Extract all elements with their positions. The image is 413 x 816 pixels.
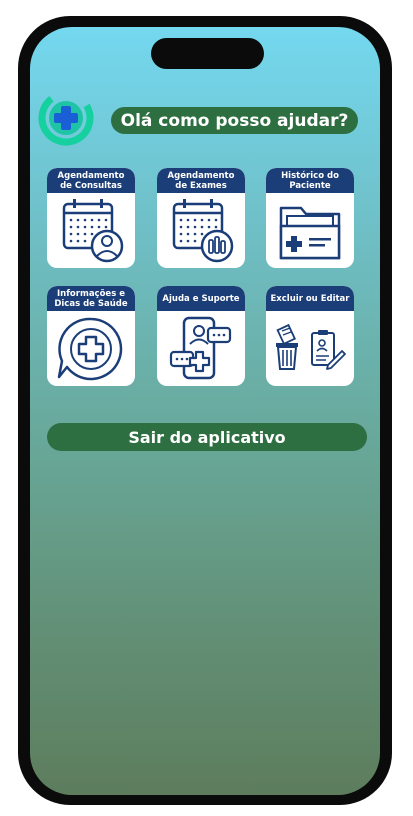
calendar-exam-icon: [172, 198, 234, 262]
card-title: Agendamento de Consultas: [47, 168, 135, 193]
app-screen: Olá como posso ajudar? Agendamento de Co…: [30, 27, 380, 795]
health-chat-icon: [57, 317, 123, 380]
card-historico-paciente[interactable]: Histórico do Paciente: [266, 168, 354, 268]
exit-app-button[interactable]: Sair do aplicativo: [47, 423, 367, 451]
delete-edit-icon: [276, 323, 346, 370]
card-agendamento-exames[interactable]: Agendamento de Exames: [157, 168, 245, 268]
greeting-banner: Olá como posso ajudar?: [111, 107, 358, 134]
medical-cross-logo-icon: [38, 90, 94, 146]
card-title: Excluir ou Editar: [266, 286, 354, 311]
calendar-doctor-icon: [62, 198, 124, 262]
clipboard-edit-icon: [311, 329, 346, 370]
trash-icon: [276, 323, 298, 370]
folder-medical-icon: [279, 206, 341, 259]
card-informacoes-dicas[interactable]: Informações e Dicas de Saúde: [47, 286, 135, 386]
card-title: Ajuda e Suporte: [157, 286, 245, 311]
card-excluir-editar[interactable]: Excluir ou Editar: [266, 286, 354, 386]
card-title: Agendamento de Exames: [157, 168, 245, 193]
card-agendamento-consultas[interactable]: Agendamento de Consultas: [47, 168, 135, 268]
dynamic-island: [151, 38, 264, 69]
card-title: Histórico do Paciente: [266, 168, 354, 193]
card-title: Informações e Dicas de Saúde: [47, 286, 135, 311]
phone-support-icon: [169, 316, 232, 379]
card-ajuda-suporte[interactable]: Ajuda e Suporte: [157, 286, 245, 386]
